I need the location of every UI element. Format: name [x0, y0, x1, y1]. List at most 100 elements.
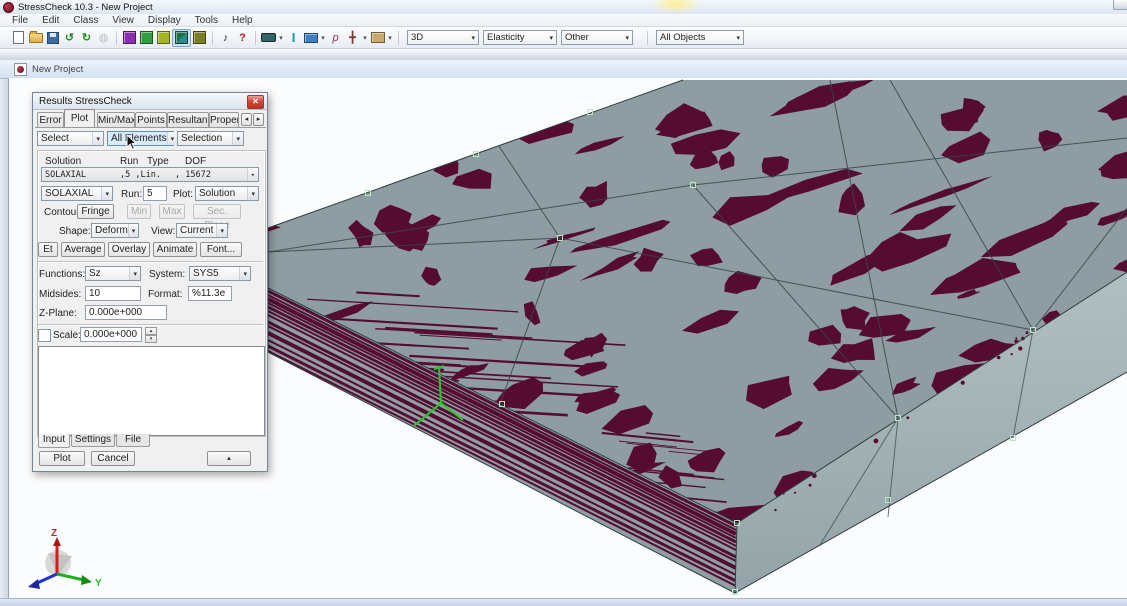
app-icon — [3, 2, 14, 13]
plot-type-combo[interactable]: Solution▾ — [195, 186, 259, 201]
ibeam-section-icon[interactable]: I — [285, 30, 302, 46]
menu-help[interactable]: Help — [225, 15, 260, 26]
triad-y-label: Y — [95, 578, 102, 589]
system-label: System: — [149, 269, 185, 280]
open-folder-icon[interactable] — [27, 30, 44, 46]
audio-note-icon[interactable]: ♪ — [217, 30, 234, 46]
scale-checkbox[interactable] — [38, 329, 51, 342]
global-triad: Z Y — [28, 528, 102, 589]
functions-combo[interactable]: Sz▾ — [85, 266, 141, 281]
shape-label: Shape: — [59, 226, 91, 237]
tab-points[interactable]: Points — [135, 112, 167, 127]
save-icon[interactable] — [44, 30, 61, 46]
format-input[interactable]: %11.3e — [188, 286, 232, 301]
tab-scroll-left[interactable]: ◂ — [241, 113, 252, 126]
tab-properties[interactable]: Proper — [209, 112, 239, 127]
cancel-button[interactable]: Cancel — [91, 451, 135, 466]
scale-input[interactable]: 0.000e+000 — [80, 327, 142, 342]
theory-combo[interactable]: Elasticity▾ — [483, 30, 557, 45]
bottom-tab-input[interactable]: Input — [38, 434, 70, 448]
toolbar-separator — [398, 31, 399, 45]
zplane-input[interactable]: 0.000e+000 — [85, 305, 167, 320]
collapse-button[interactable]: ▴ — [207, 451, 251, 466]
solution-summary-combo[interactable]: SOLAXIAL ,5 ,Lin. , 15672 ▾ — [41, 167, 259, 182]
run-input[interactable]: 5 — [143, 186, 167, 201]
menu-display[interactable]: Display — [141, 15, 188, 26]
overlay-button[interactable]: Overlay — [108, 242, 150, 257]
parameter-icon[interactable]: p — [327, 30, 344, 46]
animate-button[interactable]: Animate — [153, 242, 197, 257]
plot-button[interactable]: Plot — [39, 451, 85, 466]
menu-edit[interactable]: Edit — [35, 15, 66, 26]
dialog-title-bar[interactable]: Results StressCheck — [33, 93, 267, 110]
run-column-label: Run — [120, 156, 138, 167]
dialog-title: Results StressCheck — [39, 96, 132, 107]
shape-combo[interactable]: Deform▾ — [91, 223, 139, 238]
et-button[interactable]: Et — [38, 242, 58, 257]
camera-icon[interactable] — [369, 30, 386, 46]
window-control-fragment[interactable] — [1113, 0, 1127, 10]
export-icon[interactable]: ↻ — [78, 30, 95, 46]
points-mode-icon[interactable] — [121, 30, 138, 46]
new-document-icon[interactable] — [10, 30, 27, 46]
material-swatch-icon[interactable] — [260, 30, 277, 46]
view-label: View: — [151, 226, 175, 237]
document-title-bar[interactable]: New Project — [0, 60, 1127, 79]
zplane-label: Z-Plane: — [39, 308, 77, 319]
type-column-label: Type — [147, 156, 169, 167]
fringe-button[interactable]: Fringe — [77, 204, 114, 219]
title-bar[interactable]: StressCheck 10.3 - New Project — [0, 0, 1127, 15]
application-window: StressCheck 10.3 - New Project File Edit… — [0, 0, 1127, 606]
dof-column-label: DOF — [185, 156, 206, 167]
entity-combo[interactable]: All Elements▾ — [107, 131, 174, 146]
dialog-close-button[interactable]: ✕ — [247, 95, 264, 109]
tab-scroll-right[interactable]: ▸ — [253, 113, 264, 126]
selection-combo[interactable]: Selection▾ — [177, 131, 244, 146]
average-button[interactable]: Average — [61, 242, 105, 257]
font-button[interactable]: Font... — [200, 242, 242, 257]
scale-spinner[interactable]: ▴▾ — [145, 327, 157, 342]
help-icon[interactable]: ? — [234, 30, 251, 46]
tab-baseline — [35, 127, 266, 128]
method-combo[interactable]: Other▾ — [561, 30, 633, 45]
attach-icon[interactable]: ╋ — [344, 30, 361, 46]
layers-icon[interactable] — [302, 30, 319, 46]
system-combo[interactable]: SYS5▾ — [189, 266, 251, 281]
dimension-combo[interactable]: 3D▾ — [407, 30, 479, 45]
midsides-input[interactable]: 10 — [85, 286, 141, 301]
solids-mode-icon[interactable] — [191, 30, 208, 46]
camera-dropdown-arrow[interactable]: ▾ — [386, 34, 394, 42]
separator — [38, 324, 263, 326]
menu-tools[interactable]: Tools — [188, 15, 225, 26]
toolbar-separator — [116, 31, 117, 45]
material-dropdown-arrow[interactable]: ▾ — [277, 34, 285, 42]
sync-disabled-icon: ◍ — [95, 30, 112, 46]
tab-minmax[interactable]: Min/Max — [97, 112, 135, 127]
results-dialog[interactable]: Results StressCheck ✕ Error Plot Min/Max… — [32, 92, 268, 472]
attach-dropdown-arrow[interactable]: ▾ — [361, 34, 369, 42]
solution-name-combo[interactable]: SOLAXIAL▾ — [41, 186, 113, 201]
tab-plot[interactable]: Plot — [64, 109, 95, 127]
select-mode-combo[interactable]: Select▾ — [37, 131, 104, 146]
sec-plane-button: Sec. Plane — [193, 204, 241, 219]
objects-filter-combo[interactable]: All Objects▾ — [656, 30, 744, 45]
format-label: Format: — [148, 289, 182, 300]
plot-list-area[interactable] — [38, 346, 265, 436]
surfaces-mode-icon[interactable] — [155, 30, 172, 46]
view-combo[interactable]: Current▾ — [176, 223, 228, 238]
import-icon[interactable]: ↺ — [61, 30, 78, 46]
tab-error[interactable]: Error — [37, 112, 64, 127]
separator — [38, 261, 263, 263]
plot-label: Plot: — [173, 189, 193, 200]
layers-dropdown-arrow[interactable]: ▾ — [319, 34, 327, 42]
tab-resultant[interactable]: Resultant — [167, 112, 209, 127]
bottom-tab-settings[interactable]: Settings — [71, 434, 115, 447]
bottom-tab-file[interactable]: File — [116, 434, 150, 447]
menu-view[interactable]: View — [105, 15, 141, 26]
mdi-frame-left — [0, 60, 8, 598]
menu-file[interactable]: File — [5, 15, 35, 26]
menu-class[interactable]: Class — [66, 15, 105, 26]
window-bottom-edge — [0, 598, 1127, 606]
curves-mode-icon[interactable] — [138, 30, 155, 46]
mesh-mode-icon[interactable] — [172, 29, 191, 47]
